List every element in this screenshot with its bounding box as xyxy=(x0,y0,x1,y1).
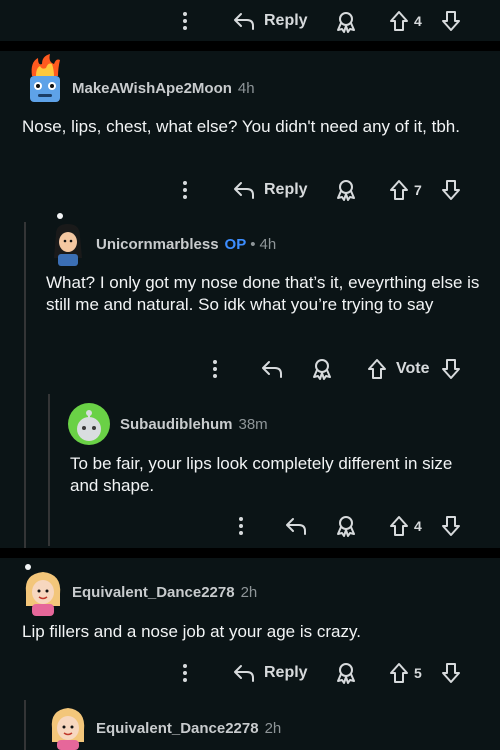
username[interactable]: Equivalent_Dance2278 xyxy=(96,720,259,737)
more-icon xyxy=(213,360,217,378)
reply-icon xyxy=(262,361,282,378)
more-icon xyxy=(183,12,187,30)
upvote-icon xyxy=(368,359,386,379)
reply-icon xyxy=(234,182,254,199)
downvote-icon xyxy=(442,180,460,200)
comment-header: Subaudiblehum 38m xyxy=(120,416,268,433)
avatar[interactable] xyxy=(22,54,66,106)
avatar-character-icon xyxy=(54,213,82,266)
avatar[interactable] xyxy=(46,700,90,750)
more-icon xyxy=(183,181,187,199)
downvote-button[interactable] xyxy=(440,179,462,201)
reply-icon xyxy=(234,665,254,682)
award-button[interactable] xyxy=(334,178,358,202)
reply-label: Reply xyxy=(264,664,308,681)
more-icon xyxy=(183,664,187,682)
award-button[interactable] xyxy=(334,661,358,685)
downvote-icon xyxy=(442,11,460,31)
vote-count: 7 xyxy=(414,182,422,198)
username[interactable]: Subaudiblehum xyxy=(120,416,233,433)
reply-label: Reply xyxy=(264,12,308,29)
upvote-button[interactable]: 4 xyxy=(388,515,422,537)
username[interactable]: MakeAWishApe2Moon xyxy=(72,80,232,97)
reply-button[interactable]: Reply xyxy=(232,179,308,201)
reply-button[interactable]: Reply xyxy=(232,662,308,684)
award-button[interactable] xyxy=(334,514,358,538)
thread-line[interactable] xyxy=(24,222,26,548)
comment-body: Nose, lips, chest, what else? You didn't… xyxy=(22,117,460,136)
timestamp: 2h xyxy=(240,584,258,601)
upvote-icon xyxy=(390,663,408,683)
avatar-snoo-icon xyxy=(77,410,101,441)
vote-label: Vote xyxy=(396,360,430,377)
avatar-character-icon xyxy=(51,708,85,750)
reply-label: Reply xyxy=(264,181,308,198)
comment-divider xyxy=(0,548,500,558)
award-icon xyxy=(337,516,355,537)
downvote-icon xyxy=(442,516,460,536)
downvote-button[interactable] xyxy=(440,662,462,684)
more-options-button[interactable] xyxy=(180,10,190,32)
upvote-button[interactable]: 4 xyxy=(388,10,422,32)
more-options-button[interactable] xyxy=(180,662,190,684)
avatar[interactable] xyxy=(68,403,110,445)
award-icon xyxy=(337,12,355,33)
upvote-icon xyxy=(390,11,408,31)
upvote-button[interactable]: 7 xyxy=(388,179,422,201)
downvote-icon xyxy=(442,663,460,683)
upvote-icon xyxy=(390,516,408,536)
comment-body: Lip fillers and a nose job at your age i… xyxy=(22,622,361,641)
award-icon xyxy=(337,663,355,684)
avatar-character-icon xyxy=(25,564,61,616)
reply-button[interactable] xyxy=(284,515,308,537)
downvote-button[interactable] xyxy=(440,358,462,380)
timestamp: 4h xyxy=(237,80,255,97)
award-icon xyxy=(337,180,355,201)
upvote-button[interactable]: Vote xyxy=(366,358,429,380)
username[interactable]: Equivalent_Dance2278 xyxy=(72,584,235,601)
reply-icon xyxy=(234,13,254,30)
award-icon xyxy=(313,359,331,380)
op-badge: OP xyxy=(224,236,247,253)
comment-header: MakeAWishApe2Moon 4h xyxy=(72,80,255,97)
bullet-icon: • xyxy=(250,236,256,253)
avatar[interactable] xyxy=(20,562,66,616)
reply-icon xyxy=(286,518,306,535)
reply-button[interactable]: Reply xyxy=(232,10,308,32)
comment-header: Unicornmarbless OP • 4h xyxy=(96,236,276,253)
downvote-button[interactable] xyxy=(440,10,462,32)
vote-count: 4 xyxy=(414,518,422,534)
username[interactable]: Unicornmarbless xyxy=(96,236,219,253)
upvote-icon xyxy=(390,180,408,200)
more-options-button[interactable] xyxy=(236,515,246,537)
thread-line[interactable] xyxy=(48,394,50,546)
comment-divider xyxy=(0,41,500,51)
vote-count: 4 xyxy=(414,13,422,29)
upvote-button[interactable]: 5 xyxy=(388,662,422,684)
comment-body: To be fair, your lips look completely di… xyxy=(70,454,453,495)
comment-header: Equivalent_Dance2278 2h xyxy=(72,584,257,601)
avatar[interactable] xyxy=(48,212,88,266)
vote-count: 5 xyxy=(414,665,422,681)
timestamp: 2h xyxy=(264,720,282,737)
more-options-button[interactable] xyxy=(180,179,190,201)
timestamp: 38m xyxy=(238,416,268,433)
thread-line[interactable] xyxy=(24,700,26,750)
more-options-button[interactable] xyxy=(210,358,220,380)
more-icon xyxy=(239,517,243,535)
comment-body: What? I only got my nose done that’s it,… xyxy=(46,273,480,314)
award-button[interactable] xyxy=(334,10,358,34)
comment-header: Equivalent_Dance2278 2h xyxy=(96,720,281,737)
downvote-button[interactable] xyxy=(440,515,462,537)
reply-button[interactable] xyxy=(260,358,284,380)
award-button[interactable] xyxy=(310,357,334,381)
downvote-icon xyxy=(442,359,460,379)
timestamp: 4h xyxy=(259,236,277,253)
avatar-fire-icon xyxy=(30,54,60,102)
